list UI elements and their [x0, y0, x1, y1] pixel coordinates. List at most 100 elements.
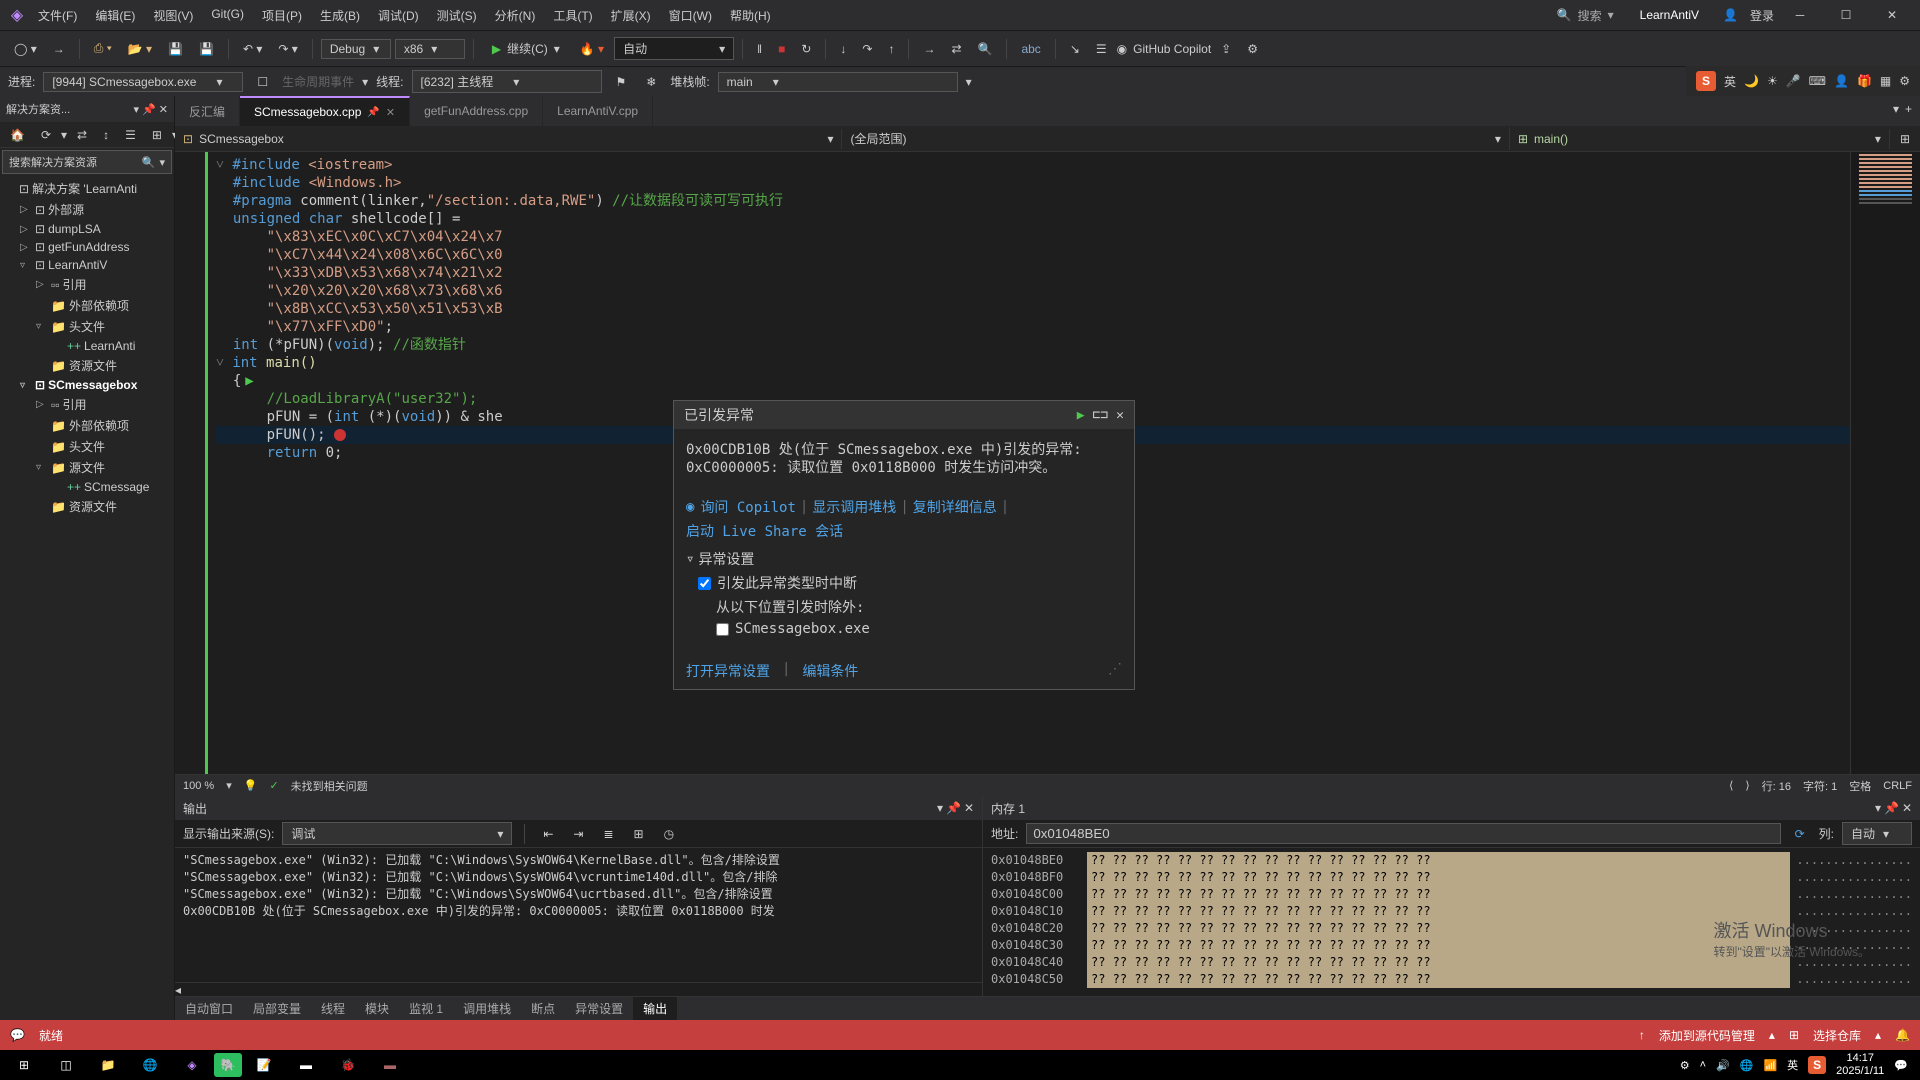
rename-button[interactable]: abc [1015, 38, 1046, 60]
clock-icon[interactable]: ◷ [658, 823, 680, 845]
except-module-checkbox[interactable] [716, 623, 729, 636]
zoom-display[interactable]: 100 % [183, 780, 214, 792]
list-icon[interactable]: ☰ [1090, 38, 1113, 60]
login-label[interactable]: 登录 [1750, 7, 1774, 24]
lightbulb-icon[interactable]: 💡 [244, 779, 258, 792]
menu-test[interactable]: 测试(S) [429, 3, 485, 28]
tree-dumplsa[interactable]: ▷⊡dumpLSA [0, 220, 174, 238]
hot-reload-button[interactable]: 🔥 ▾ [574, 38, 610, 60]
tree-scmessage-cpp[interactable]: ++SCmessage [0, 478, 174, 496]
pause-button[interactable]: ‖ [751, 38, 768, 60]
tray-up-icon[interactable]: ˄ [1700, 1059, 1706, 1071]
close-icon[interactable]: ✕ [1116, 408, 1124, 423]
copy-details-link[interactable]: 复制详细信息 [913, 497, 997, 517]
close-button[interactable]: ✕ [1872, 1, 1912, 29]
menu-help[interactable]: 帮助(H) [722, 3, 779, 28]
pin-icon[interactable]: 📌 [142, 103, 156, 116]
bottom-tab[interactable]: 异常设置 [565, 997, 633, 1020]
tab-disassembly[interactable]: 反汇编 [175, 96, 240, 126]
bottom-tab[interactable]: 断点 [521, 997, 565, 1020]
close-icon[interactable]: ✕ [386, 106, 395, 119]
output-content[interactable]: "SCmessagebox.exe" (Win32): 已加载 "C:\Wind… [175, 848, 982, 982]
refresh-icon[interactable]: ⟳ [35, 124, 57, 146]
nav-scope[interactable]: ⊡SCmessagebox▾ [175, 129, 842, 149]
flag-icon[interactable]: ⚑ [610, 71, 633, 93]
save-all-button[interactable]: 💾 [193, 38, 220, 60]
close-icon[interactable]: ✕ [964, 801, 974, 815]
nav-left-icon[interactable]: ⟨ [1729, 779, 1733, 792]
vs-icon[interactable]: ◈ [172, 1051, 212, 1079]
app-icon[interactable]: 📝 [244, 1051, 284, 1079]
share-button[interactable]: ⇪ [1215, 38, 1237, 60]
crlf-info[interactable]: CRLF [1883, 780, 1912, 792]
menu-build[interactable]: 生成(B) [312, 3, 368, 28]
edge-icon[interactable]: 🌐 [130, 1051, 170, 1079]
menu-git[interactable]: Git(G) [203, 3, 252, 28]
show-next-statement-button[interactable]: → [917, 38, 941, 60]
solution-search[interactable]: 搜索解决方案资源 🔍 ▾ [2, 150, 172, 174]
chat-icon[interactable]: 💬 [10, 1028, 25, 1042]
ime-icon[interactable]: 英 [1787, 1057, 1798, 1073]
auto-dropdown[interactable]: 自动▾ [614, 37, 734, 60]
sogou-tray-icon[interactable]: S [1808, 1056, 1826, 1074]
bottom-tab[interactable]: 模块 [355, 997, 399, 1020]
find-button[interactable]: 🔍 [972, 38, 999, 60]
tray-gear-icon[interactable]: ⚙ [1680, 1059, 1690, 1072]
bottom-tab[interactable]: 局部变量 [243, 997, 311, 1020]
bell-icon[interactable]: 🔔 [1895, 1028, 1910, 1042]
moon-icon[interactable]: 🌙 [1744, 74, 1759, 88]
bottom-tab[interactable]: 输出 [633, 997, 677, 1020]
pin-icon[interactable]: 📌 [367, 107, 379, 118]
step-into-button[interactable]: ↓ [834, 38, 852, 60]
maximize-button[interactable]: ☐ [1826, 1, 1866, 29]
show-stack-link[interactable]: 显示调用堆栈 [812, 497, 896, 517]
menu-view[interactable]: 视图(V) [145, 3, 201, 28]
scroll-left-icon[interactable]: ◂ [175, 983, 181, 997]
tree-resources[interactable]: 📁资源文件 [0, 355, 174, 376]
bottom-tab[interactable]: 调用堆栈 [453, 997, 521, 1020]
tree-refs2[interactable]: ▷▫▫引用 [0, 394, 174, 415]
process-dropdown[interactable]: [9944] SCmessagebox.exe▾ [43, 72, 243, 92]
close-icon[interactable]: ✕ [1902, 801, 1912, 815]
ime-lang[interactable]: 英 [1724, 73, 1736, 90]
back-button[interactable]: ◯ ▾ [8, 38, 43, 60]
tree-getfunaddress[interactable]: ▷⊡getFunAddress [0, 238, 174, 256]
nav-global[interactable]: (全局范围)▾ [842, 127, 1509, 150]
code-editor[interactable]: ˅ #include <iostream> #include <Windows.… [175, 152, 1920, 774]
dropdown-icon[interactable]: ▾ [134, 103, 140, 116]
liveshare-link[interactable]: 启动 Live Share 会话 [686, 521, 843, 541]
step-out-button[interactable]: ↑ [882, 38, 900, 60]
split-icon[interactable]: ⊞ [1890, 132, 1920, 146]
clear-icon[interactable]: ≣ [597, 823, 619, 845]
edit-condition-link[interactable]: 编辑条件 [802, 661, 858, 681]
dropdown-icon[interactable]: ▾ [937, 801, 943, 815]
step-over-button[interactable]: ↷ [856, 38, 878, 60]
nav-func[interactable]: ⊞main()▾ [1510, 129, 1890, 149]
collapse-icon[interactable]: ↕ [97, 124, 115, 146]
login-icon[interactable]: 👤 [1717, 8, 1744, 22]
sync-icon[interactable]: ⇄ [71, 124, 93, 146]
tree-learnanti-h[interactable]: ++LearnAnti [0, 337, 174, 355]
open-button[interactable]: 📂 ▾ [122, 38, 158, 60]
redo-button[interactable]: ↷ ▾ [272, 38, 303, 60]
freeze-icon[interactable]: ❄ [640, 71, 662, 93]
tree-srcfiles[interactable]: ▿📁源文件 [0, 457, 174, 478]
open-exception-settings-link[interactable]: 打开异常设置 [686, 661, 770, 681]
tree-headers2[interactable]: 📁头文件 [0, 436, 174, 457]
tree-external[interactable]: ▷⊡外部源 [0, 199, 174, 220]
wrap-icon[interactable]: ⊞ [628, 823, 650, 845]
arrow-icon[interactable]: ↘ [1064, 38, 1086, 60]
tree-learnantiv[interactable]: ▿⊡LearnAntiV [0, 256, 174, 274]
stop-button[interactable]: ■ [772, 38, 791, 60]
menu-debug[interactable]: 调试(D) [370, 3, 427, 28]
minimize-button[interactable]: ─ [1780, 1, 1820, 29]
pin-icon[interactable]: 📌 [946, 801, 961, 815]
platform-dropdown[interactable]: x86▾ [395, 39, 465, 59]
start-button[interactable]: ⊞ [4, 1051, 44, 1079]
nav-right-icon[interactable]: ⟩ [1745, 779, 1749, 792]
tab-scmessagebox[interactable]: SCmessagebox.cpp📌✕ [240, 96, 410, 126]
wifi-icon[interactable]: 📶 [1763, 1059, 1777, 1072]
toggle-button[interactable]: ⇄ [945, 38, 967, 60]
tree-extdeps[interactable]: 📁外部依赖项 [0, 295, 174, 316]
global-search[interactable]: 🔍 搜索 ▾ [1549, 5, 1622, 26]
